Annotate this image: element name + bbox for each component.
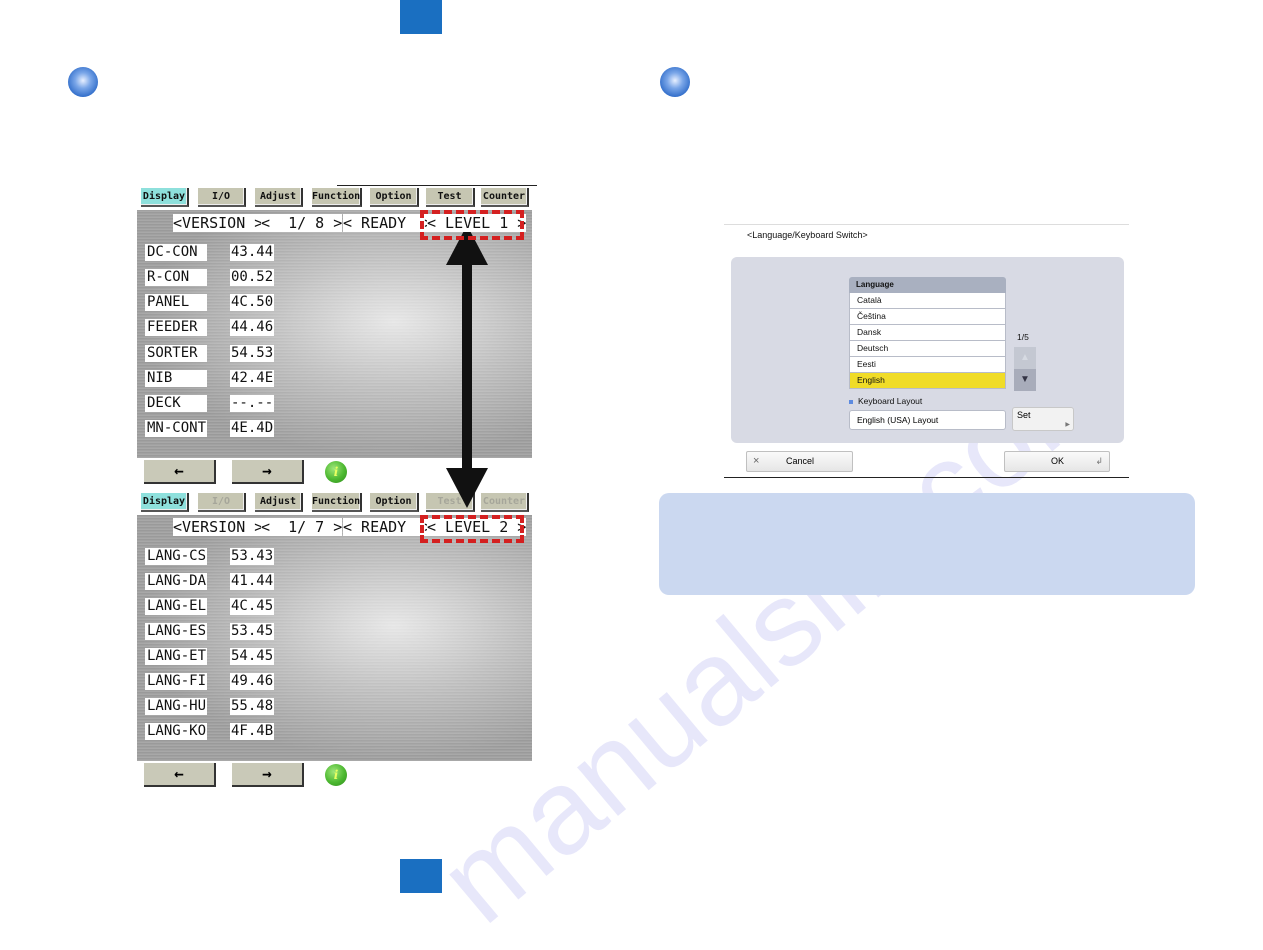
language-item-selected[interactable]: English bbox=[849, 373, 1006, 389]
level-highlight bbox=[420, 515, 524, 543]
row-value: 4C.45 bbox=[230, 598, 275, 615]
row-value: 54.53 bbox=[230, 345, 275, 362]
row-value: 54.45 bbox=[230, 648, 275, 665]
keyboard-layout-field: English (USA) Layout bbox=[849, 410, 1006, 430]
tab-display[interactable]: Display bbox=[141, 493, 189, 512]
set-button[interactable]: Set ▶ bbox=[1012, 407, 1074, 431]
header-page[interactable]: < 1/ 7 > bbox=[261, 518, 343, 536]
row-label: LANG-DA bbox=[145, 573, 207, 590]
prev-page-button[interactable]: ← bbox=[144, 763, 216, 787]
row-label: LANG-FI bbox=[145, 673, 207, 690]
row-value: 44.46 bbox=[230, 319, 275, 336]
header-item[interactable]: <VERSION > bbox=[173, 518, 264, 536]
tab-adjust[interactable]: Adjust bbox=[255, 188, 303, 207]
row-value: 53.45 bbox=[230, 623, 275, 640]
row-value: 4F.4B bbox=[230, 723, 275, 740]
level-highlight bbox=[420, 210, 524, 240]
close-icon: × bbox=[753, 455, 760, 467]
language-item[interactable]: Čeština bbox=[849, 309, 1006, 325]
next-page-button[interactable]: → bbox=[232, 763, 304, 787]
enter-icon: ↲ bbox=[1095, 456, 1103, 466]
row-label: R-CON bbox=[145, 269, 207, 286]
cancel-button[interactable]: × Cancel bbox=[746, 451, 853, 472]
keyboard-layout-label: Keyboard Layout bbox=[849, 396, 922, 406]
row-label: LANG-HU bbox=[145, 698, 207, 715]
row-value: --.-- bbox=[230, 395, 275, 412]
tab-function[interactable]: Function bbox=[312, 188, 362, 207]
info-icon[interactable]: i bbox=[325, 764, 347, 786]
caret-right-icon: ▶ bbox=[1065, 422, 1070, 428]
prev-page-button[interactable]: ← bbox=[144, 460, 216, 484]
set-button-label: Set bbox=[1017, 410, 1031, 420]
tab-function[interactable]: Function bbox=[312, 493, 362, 512]
scroll-up-button[interactable]: ▲ bbox=[1014, 347, 1036, 369]
row-label: FEEDER bbox=[145, 319, 207, 336]
row-label: DC-CON bbox=[145, 244, 207, 261]
service-tabbar-level1: Display I/O Adjust Function Option Test … bbox=[137, 186, 532, 210]
tab-counter[interactable]: Counter bbox=[481, 188, 529, 207]
next-page-button[interactable]: → bbox=[232, 460, 304, 484]
language-item[interactable]: Deutsch bbox=[849, 341, 1006, 357]
scroll-down-button[interactable]: ▼ bbox=[1014, 369, 1036, 391]
language-item[interactable]: Català bbox=[849, 293, 1006, 309]
tab-option[interactable]: Option bbox=[370, 493, 419, 512]
row-label: LANG-CS bbox=[145, 548, 207, 565]
row-label: NIB bbox=[145, 370, 207, 387]
language-list: Language Català Čeština Dansk Deutsch Ee… bbox=[849, 277, 1006, 389]
row-value: 53.43 bbox=[230, 548, 275, 565]
row-value: 42.4E bbox=[230, 370, 275, 387]
language-item[interactable]: Dansk bbox=[849, 325, 1006, 341]
dialog-title: <Language/Keyboard Switch> bbox=[747, 230, 868, 240]
page-header-tab bbox=[400, 0, 442, 34]
dialog-top-line bbox=[724, 224, 1129, 225]
page-indicator: 1/5 bbox=[1017, 332, 1029, 342]
row-label: DECK bbox=[145, 395, 207, 412]
keyboard-layout-label-text: Keyboard Layout bbox=[858, 396, 923, 406]
tab-io: I/O bbox=[198, 493, 246, 512]
section-bullet-right-icon bbox=[660, 67, 690, 97]
tab-display[interactable]: Display bbox=[141, 188, 189, 207]
row-label: SORTER bbox=[145, 345, 207, 362]
row-label: PANEL bbox=[145, 294, 207, 311]
row-value: 49.46 bbox=[230, 673, 275, 690]
cancel-button-label: Cancel bbox=[786, 456, 815, 466]
section-bullet-left-icon bbox=[68, 67, 98, 97]
row-value: 55.48 bbox=[230, 698, 275, 715]
row-value: 41.44 bbox=[230, 573, 275, 590]
tab-test[interactable]: Test bbox=[426, 188, 475, 207]
note-box bbox=[659, 493, 1195, 595]
ok-button-label: OK bbox=[1051, 456, 1065, 466]
tab-counter: Counter bbox=[481, 493, 529, 512]
service-screen-level2: <VERSION > < 1/ 7 > < READY > < LEVEL 2 … bbox=[137, 515, 532, 761]
row-value: 4C.50 bbox=[230, 294, 275, 311]
row-label: LANG-KO bbox=[145, 723, 207, 740]
row-value: 43.44 bbox=[230, 244, 275, 261]
header-item[interactable]: <VERSION > bbox=[173, 214, 264, 232]
tab-io[interactable]: I/O bbox=[198, 188, 246, 207]
ok-button[interactable]: OK ↲ bbox=[1004, 451, 1110, 472]
dialog-bottom-line bbox=[724, 477, 1129, 478]
arrow-shaft bbox=[462, 262, 472, 470]
language-list-header: Language bbox=[849, 277, 1006, 293]
tab-option[interactable]: Option bbox=[370, 188, 419, 207]
bullet-icon bbox=[849, 399, 853, 404]
row-value: 4E.4D bbox=[230, 420, 275, 437]
row-label: LANG-ES bbox=[145, 623, 207, 640]
header-page[interactable]: < 1/ 8 > bbox=[261, 214, 343, 232]
row-label: LANG-ET bbox=[145, 648, 207, 665]
arrow-down-icon bbox=[446, 468, 488, 508]
row-label: LANG-EL bbox=[145, 598, 207, 615]
tab-adjust[interactable]: Adjust bbox=[255, 493, 303, 512]
language-item[interactable]: Eesti bbox=[849, 357, 1006, 373]
row-label: MN-CONT bbox=[145, 420, 207, 437]
row-value: 00.52 bbox=[230, 269, 275, 286]
info-icon[interactable]: i bbox=[325, 461, 347, 483]
